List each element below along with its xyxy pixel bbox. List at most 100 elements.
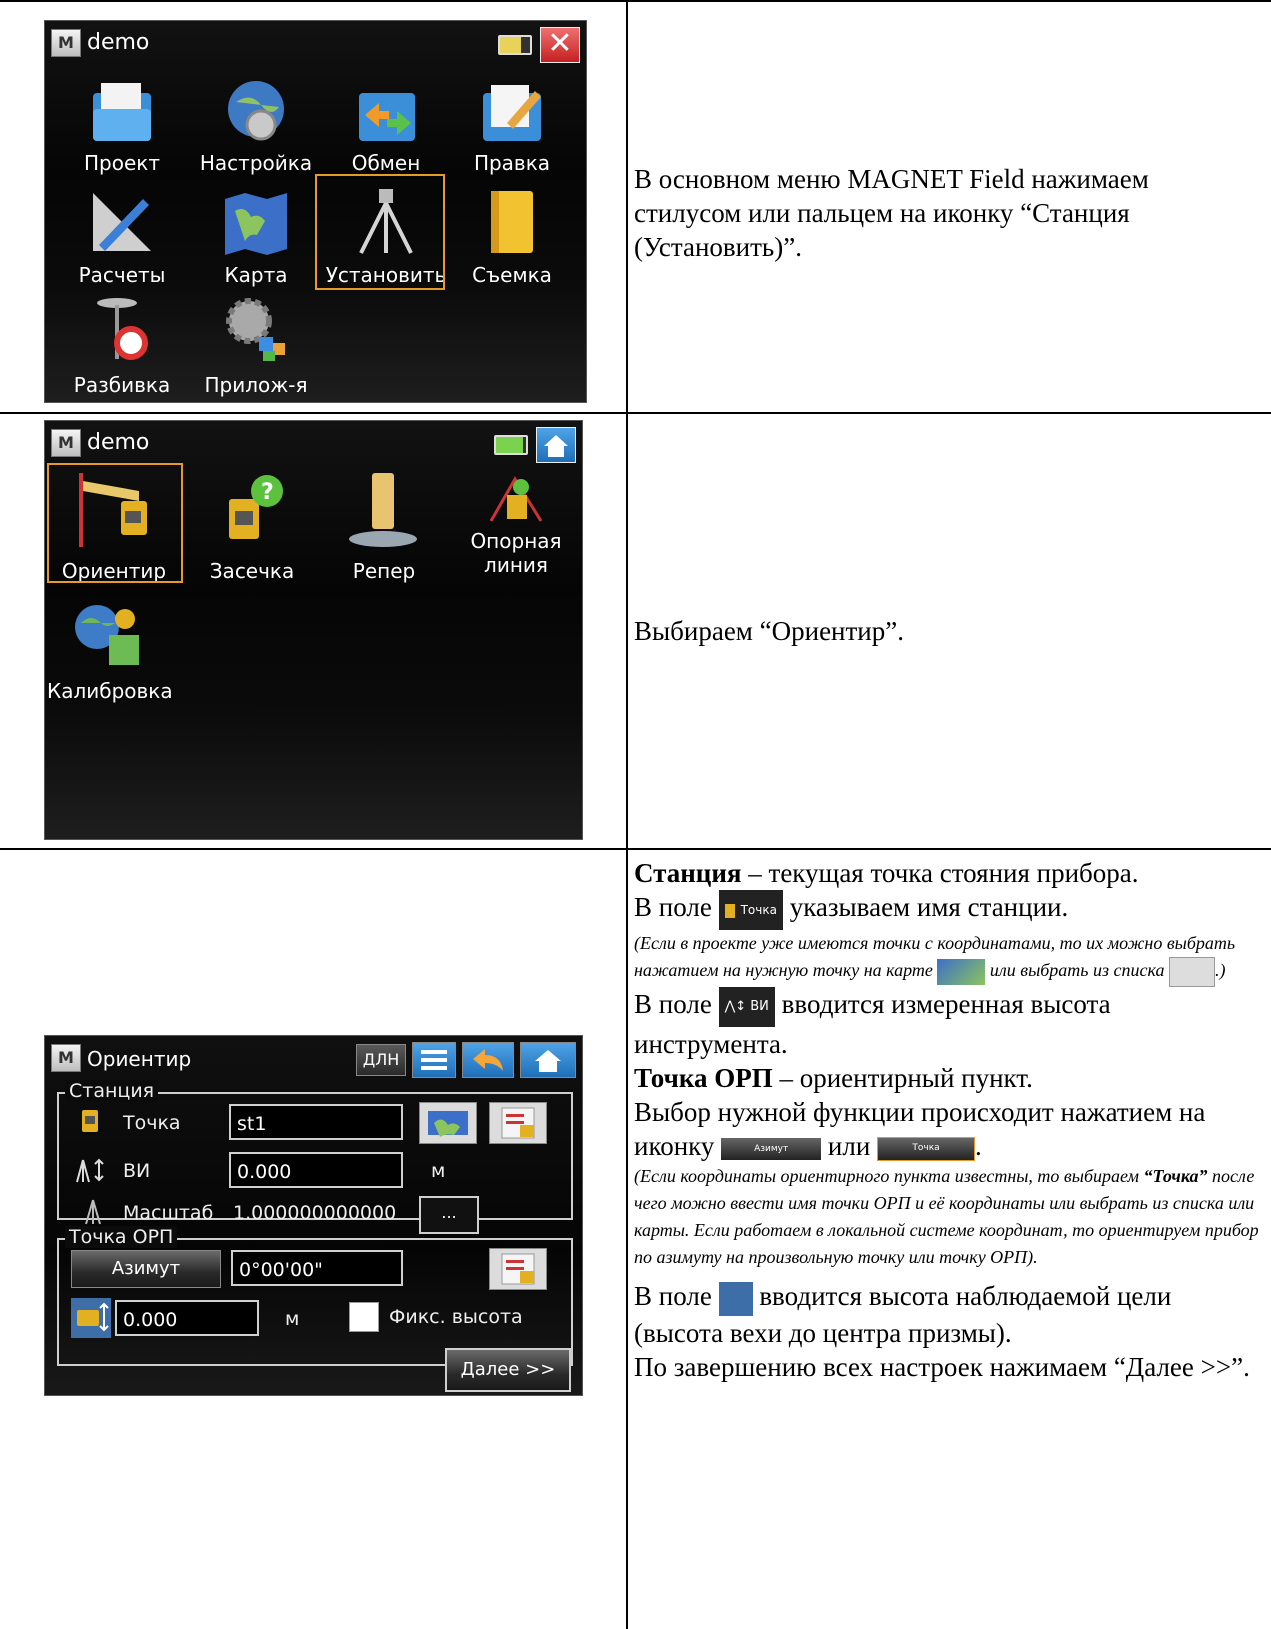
scale-icon [85, 1199, 101, 1225]
tile-label: Калибровка [47, 679, 173, 703]
text: или выбрать из списка [985, 960, 1169, 981]
book-icon [491, 191, 533, 253]
selection-frame [47, 463, 183, 583]
row1-description: В основном меню MAGNET Field нажимаем ст… [634, 162, 1254, 264]
tile-benchmark[interactable]: Репер [317, 471, 451, 597]
scale-label: Масштаб [123, 1202, 214, 1224]
tile-resection[interactable]: ? Засечка [185, 471, 319, 597]
close-icon[interactable]: ✕ [540, 27, 580, 63]
map-icon [937, 959, 986, 985]
battery-icon [494, 435, 528, 455]
table-border-top [0, 0, 1271, 2]
title-bar: M demo [45, 421, 582, 467]
tile-label: Съемка [472, 263, 552, 287]
resection-icon: ? [229, 475, 283, 539]
tile-map[interactable]: Карта [189, 183, 323, 293]
point-label: Точка [123, 1112, 181, 1134]
tile-reference-line[interactable]: Опорная линия [449, 471, 582, 597]
magnet-logo-icon[interactable]: M [51, 29, 81, 57]
tile-stakeout[interactable]: Разбивка [55, 293, 189, 402]
tile-edit[interactable]: Правка [445, 71, 579, 191]
tile-applications[interactable]: Прилож-я [189, 293, 323, 402]
backsight-group-title: Точка ОРП [65, 1226, 178, 1248]
selection-frame [315, 174, 445, 290]
scale-settings-button[interactable]: ... [419, 1196, 479, 1234]
select-from-map-button[interactable] [419, 1102, 477, 1144]
tile-label: Карта [224, 263, 288, 287]
tile-label: Репер [352, 559, 416, 583]
stake-icon [97, 298, 148, 360]
project-folder-icon [93, 83, 151, 141]
target-height-icon [718, 1281, 753, 1316]
backsight-list-button[interactable] [489, 1248, 547, 1290]
row3-description: Станция – текущая точка стояния прибора.… [634, 856, 1264, 1384]
para-finish: По завершению всех настроек нажимаем “Да… [634, 1351, 1250, 1382]
magnet-logo-icon[interactable]: M [51, 1044, 81, 1072]
table-column-divider [626, 0, 628, 1629]
row-divider-2 [0, 848, 1271, 850]
list-icon [501, 1253, 535, 1285]
fixed-height-label: Фикс. высота [389, 1306, 523, 1328]
tile-label: Разбивка [73, 373, 171, 397]
gears-apps-icon [226, 298, 285, 361]
back-icon[interactable] [462, 1042, 514, 1078]
title-bar: M Ориентир ДЛН [45, 1036, 582, 1082]
description-text: Выбираем “Ориентир”. [634, 616, 904, 646]
home-icon[interactable] [520, 1042, 576, 1078]
battery-icon [498, 35, 532, 55]
azimuth-field[interactable]: 0°00'00" [231, 1250, 403, 1286]
list-icon [501, 1107, 535, 1139]
tile-label: Опорная линия [470, 529, 562, 577]
text: . [975, 1131, 982, 1161]
azimuth-button[interactable]: Азимут [71, 1250, 221, 1288]
term-backsight: Точка ОРП [634, 1063, 773, 1093]
backsight-screen: M Ориентир ДЛН Станция Точка st1 ВИ 0.00… [44, 1035, 583, 1396]
tile-setup[interactable]: Настройка [189, 71, 323, 191]
text: – ориентирный пункт. [772, 1063, 1033, 1093]
point-name-field[interactable]: st1 [229, 1104, 403, 1140]
reference-line-icon [489, 476, 543, 522]
tile-label: Проект [83, 151, 160, 175]
text: .) [1214, 960, 1226, 981]
list-icon[interactable] [412, 1042, 456, 1078]
fixed-height-checkbox[interactable] [349, 1302, 379, 1332]
tile-survey[interactable]: Съемка [445, 183, 579, 293]
para-hi-field: В поле ⋀↕ ВИ вводится измеренная высота … [634, 987, 1264, 1061]
map-icon [428, 1111, 468, 1137]
text: (Если координаты ориентирного пункта изв… [634, 1166, 1144, 1186]
window-title: demo [87, 30, 150, 55]
target-height-field[interactable]: 0.000 [115, 1300, 259, 1336]
home-icon[interactable] [536, 427, 576, 463]
para-station: Станция – текущая точка стояния прибора. [634, 856, 1264, 890]
tile-calculations[interactable]: Расчеты [55, 183, 189, 293]
main-menu-screen: M demo ✕ Проект Настройка Обмен Правка Р… [44, 20, 587, 403]
scale-value: 1.000000000000 [233, 1202, 397, 1224]
target-height-icon[interactable] [71, 1296, 111, 1338]
icon-text: ВИ [750, 999, 769, 1014]
description-text: В основном меню MAGNET Field нажимаем ст… [634, 164, 1149, 262]
para-function-select: Выбор нужной функции происходит нажатием… [634, 1095, 1264, 1163]
benchmark-icon [349, 473, 417, 547]
tile-label: Засечка [209, 559, 295, 583]
select-from-list-button[interactable] [489, 1102, 547, 1144]
tile-calibration[interactable]: Калибровка [47, 595, 181, 705]
note-existing-points: (Если в проекте уже имеются точки с коор… [634, 930, 1264, 987]
pencil-ruler-icon [93, 193, 151, 251]
dln-button[interactable]: ДЛН [356, 1044, 406, 1076]
calibration-icon [75, 605, 139, 665]
tile-project[interactable]: Проект [55, 71, 189, 191]
station-group-title: Станция [65, 1080, 159, 1102]
instrument-height-field[interactable]: 0.000 [229, 1152, 403, 1188]
text: В поле [634, 892, 719, 923]
point-field-icon: Точка [718, 890, 783, 930]
tile-label: Обмен [351, 151, 421, 175]
magnet-logo-icon[interactable]: M [51, 429, 81, 457]
next-button[interactable]: Далее >> [445, 1348, 571, 1392]
point-icon [82, 1110, 98, 1132]
tile-label: Расчеты [78, 263, 166, 287]
term-point: “Точка” [1143, 1166, 1208, 1186]
row2-description: Выбираем “Ориентир”. [634, 614, 1254, 648]
tile-exchange[interactable]: Обмен [319, 71, 453, 191]
tile-label: Настройка [199, 151, 313, 175]
icon-text: Точка [740, 903, 777, 917]
